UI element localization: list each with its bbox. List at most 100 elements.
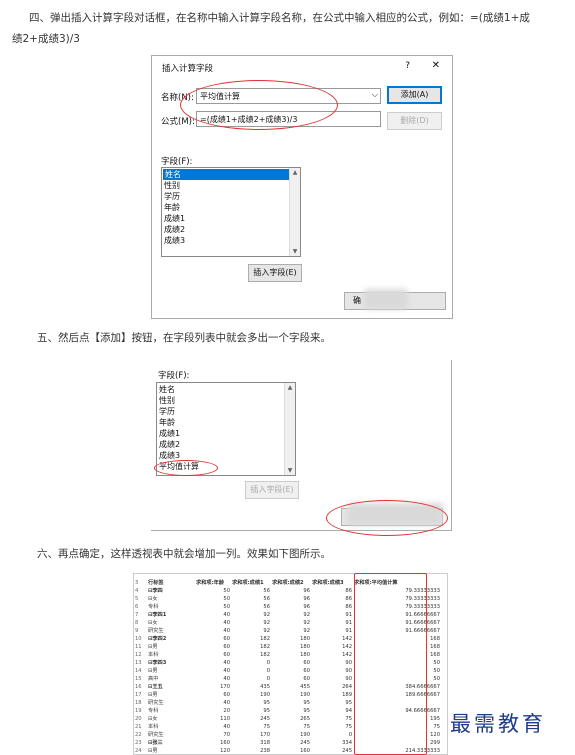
table-cell[interactable]: 75 <box>312 716 352 723</box>
table-cell[interactable]: 190 <box>232 692 270 699</box>
table-cell[interactable]: 435 <box>232 684 270 691</box>
table-cell[interactable]: 120 <box>196 748 230 754</box>
scroll-up-icon[interactable]: ▲ <box>291 169 299 176</box>
table-cell[interactable]: 160 <box>272 748 310 754</box>
list-item[interactable]: 性别 <box>164 180 180 191</box>
table-cell[interactable]: ⊟李四1 <box>148 612 196 619</box>
table-cell[interactable]: ⊟男 <box>148 644 196 651</box>
table-cell[interactable]: 40 <box>196 676 230 683</box>
list-item[interactable]: 学历 <box>159 406 175 417</box>
table-cell[interactable]: 研究生 <box>148 700 196 707</box>
table-cell[interactable]: 170 <box>196 684 230 691</box>
table-cell[interactable]: 0 <box>232 676 270 683</box>
table-cell[interactable]: 95 <box>232 708 270 715</box>
table-cell[interactable]: 70 <box>196 732 230 739</box>
scroll-up-icon[interactable]: ▲ <box>286 384 294 391</box>
table-cell[interactable]: ⊟女 <box>148 596 196 603</box>
table-cell[interactable]: 40 <box>196 668 230 675</box>
table-cell[interactable]: 190 <box>272 692 310 699</box>
table-cell[interactable]: 264 <box>312 684 352 691</box>
table-cell[interactable]: 142 <box>312 652 352 659</box>
table-cell[interactable]: 求和项:成绩2 <box>272 580 310 587</box>
table-cell[interactable]: 245 <box>232 716 270 723</box>
table-cell[interactable]: 95 <box>272 700 310 707</box>
list-item[interactable]: 成绩2 <box>164 224 185 235</box>
table-cell[interactable]: 245 <box>312 748 352 754</box>
table-cell[interactable]: 86 <box>312 604 352 611</box>
table-cell[interactable]: 求和项:年龄 <box>196 580 230 587</box>
table-cell[interactable]: 170 <box>232 732 270 739</box>
list-item[interactable]: 姓名 <box>163 169 295 180</box>
list-item[interactable]: 性别 <box>159 395 175 406</box>
table-cell[interactable]: 189 <box>312 692 352 699</box>
table-cell[interactable]: 60 <box>272 660 310 667</box>
table-cell[interactable]: 75 <box>312 724 352 731</box>
table-cell[interactable]: 334 <box>312 740 352 747</box>
table-cell[interactable]: 75 <box>232 724 270 731</box>
table-cell[interactable]: 95 <box>312 700 352 707</box>
table-cell[interactable]: 96 <box>272 604 310 611</box>
scroll-down-icon[interactable]: ▼ <box>291 248 299 255</box>
table-cell[interactable]: 180 <box>272 652 310 659</box>
table-cell[interactable]: 0 <box>232 668 270 675</box>
table-cell[interactable]: 91 <box>312 628 352 635</box>
scrollbar[interactable]: ▲ ▼ <box>289 168 300 256</box>
table-cell[interactable]: 高中 <box>148 676 196 683</box>
scroll-down-icon[interactable]: ▼ <box>286 467 294 474</box>
list-item[interactable]: 成绩2 <box>159 439 180 450</box>
table-cell[interactable]: 90 <box>312 668 352 675</box>
table-cell[interactable]: 60 <box>196 644 230 651</box>
table-cell[interactable]: ⊟女 <box>148 716 196 723</box>
table-cell[interactable]: 86 <box>312 596 352 603</box>
table-cell[interactable]: 60 <box>272 676 310 683</box>
list-item[interactable]: 年龄 <box>164 202 180 213</box>
table-cell[interactable]: 本科 <box>148 652 196 659</box>
table-cell[interactable]: 56 <box>232 588 270 595</box>
table-cell[interactable]: 96 <box>272 596 310 603</box>
list-item[interactable]: 姓名 <box>159 384 175 395</box>
table-cell[interactable]: 56 <box>232 604 270 611</box>
table-cell[interactable]: 本科 <box>148 724 196 731</box>
table-cell[interactable]: 238 <box>232 748 270 754</box>
table-cell[interactable]: 0 <box>312 732 352 739</box>
table-cell[interactable]: ⊟男 <box>148 668 196 675</box>
table-cell[interactable]: 96 <box>272 588 310 595</box>
table-cell[interactable]: 50 <box>196 588 230 595</box>
table-cell[interactable]: 182 <box>232 652 270 659</box>
table-cell[interactable]: 265 <box>272 716 310 723</box>
table-cell[interactable]: 91 <box>312 620 352 627</box>
table-cell[interactable]: 研究生 <box>148 732 196 739</box>
table-cell[interactable]: 40 <box>196 628 230 635</box>
list-item[interactable]: 成绩1 <box>159 428 180 439</box>
table-cell[interactable]: ⊟男 <box>148 692 196 699</box>
table-cell[interactable]: 95 <box>232 700 270 707</box>
table-cell[interactable]: 160 <box>196 740 230 747</box>
table-cell[interactable]: 94 <box>312 708 352 715</box>
table-cell[interactable]: ⊟男 <box>148 748 196 754</box>
table-cell[interactable]: 182 <box>232 636 270 643</box>
scrollbar[interactable]: ▲ ▼ <box>284 383 295 475</box>
table-cell[interactable]: 182 <box>232 644 270 651</box>
table-cell[interactable]: 92 <box>232 620 270 627</box>
add-button[interactable]: 添加(A) <box>387 86 442 104</box>
table-cell[interactable]: ⊟张三 <box>148 740 196 747</box>
table-cell[interactable]: 40 <box>196 700 230 707</box>
delete-button[interactable]: 删除(D) <box>387 112 442 130</box>
table-cell[interactable]: 20 <box>196 708 230 715</box>
table-cell[interactable]: 50 <box>196 604 230 611</box>
table-cell[interactable]: 110 <box>196 716 230 723</box>
table-cell[interactable]: 40 <box>196 620 230 627</box>
table-cell[interactable]: 60 <box>196 652 230 659</box>
table-cell[interactable]: 95 <box>272 708 310 715</box>
table-cell[interactable]: 318 <box>232 740 270 747</box>
table-cell[interactable]: 专科 <box>148 604 196 611</box>
table-cell[interactable]: 40 <box>196 612 230 619</box>
table-cell[interactable]: 60 <box>196 692 230 699</box>
table-cell[interactable]: 0 <box>232 660 270 667</box>
insert-field-button[interactable]: 插入字段(E) <box>245 481 299 499</box>
table-cell[interactable]: 92 <box>232 628 270 635</box>
table-cell[interactable]: 40 <box>196 660 230 667</box>
table-cell[interactable]: 40 <box>196 724 230 731</box>
table-cell[interactable]: 92 <box>232 612 270 619</box>
table-cell[interactable]: 50 <box>196 596 230 603</box>
